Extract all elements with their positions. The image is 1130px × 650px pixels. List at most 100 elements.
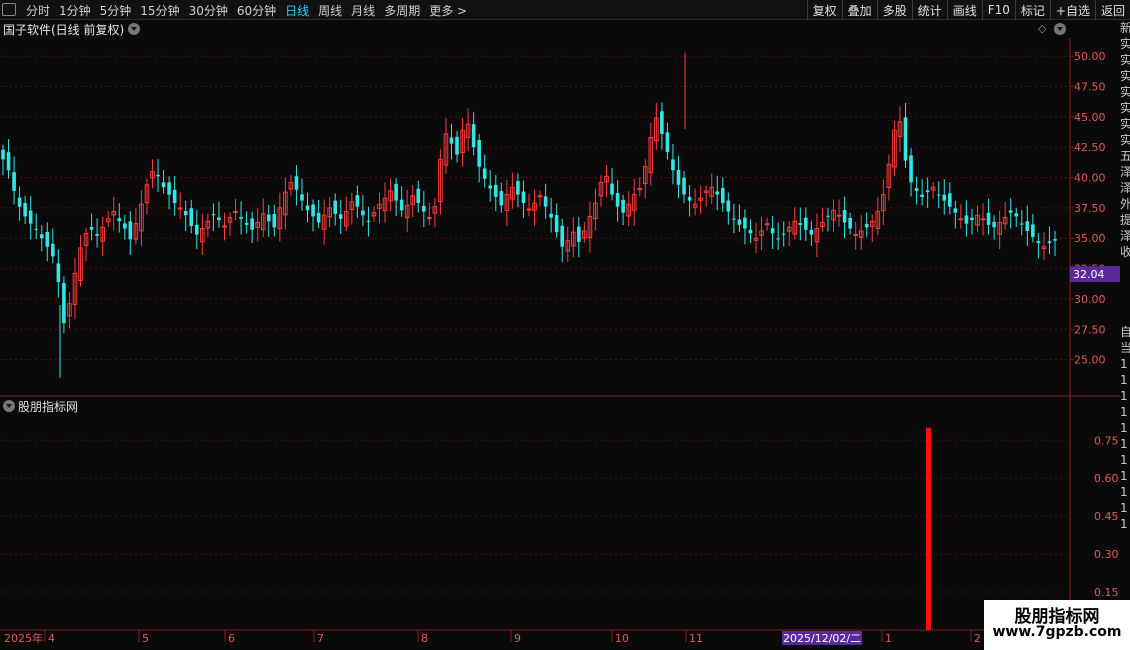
side-strip-char: 提 — [1120, 213, 1130, 227]
time-axis-label: 2025年 — [4, 631, 43, 645]
candle-body-down — [482, 168, 487, 179]
side-strip-char: 当 — [1120, 341, 1130, 355]
time-axis-label: 6 — [228, 632, 235, 645]
candle-body-down — [471, 124, 476, 148]
time-axis-label: 1 — [885, 632, 892, 645]
candle-body-down — [12, 172, 16, 191]
side-strip-char: 泽 — [1120, 181, 1130, 195]
price-tick-label: 40.00 — [1074, 172, 1106, 185]
candle-body-down — [743, 217, 747, 229]
side-strip-char: 1 — [1120, 373, 1128, 387]
candle-body-down — [1036, 241, 1041, 244]
candle-body-down — [305, 205, 310, 211]
candle-body-down — [123, 223, 127, 229]
time-axis-label: 9 — [514, 632, 521, 645]
side-strip-char: 实 — [1120, 37, 1130, 51]
candle-body-down — [737, 219, 742, 225]
side-strip-char: 收 — [1120, 245, 1130, 259]
candle-body-down — [948, 193, 952, 207]
candle-body-down — [776, 238, 780, 240]
candle-body-down — [266, 214, 271, 222]
candle-body-up — [537, 195, 543, 198]
candle-body-down — [560, 225, 565, 247]
candle-body-down — [17, 197, 22, 207]
side-strip-char: 1 — [1120, 421, 1128, 435]
side-strip-char: 泽 — [1120, 165, 1130, 179]
time-axis-label: 2025/12/02/二 — [783, 632, 861, 645]
candle-body-up — [427, 217, 432, 220]
candle-body-down — [194, 224, 199, 235]
candle-body-down — [715, 191, 720, 195]
candle-body-down — [117, 218, 122, 222]
side-strip-char: 1 — [1120, 469, 1128, 483]
price-chart[interactable]: 50.0047.5045.0042.5040.0037.5035.0032.50… — [0, 0, 1130, 650]
candle-body-down — [272, 213, 277, 228]
candle-body-down — [521, 191, 526, 204]
side-strip-char: 实 — [1120, 133, 1130, 147]
candle-body-down — [172, 189, 177, 204]
candle-body-down — [660, 111, 664, 134]
watermark: 股朋指标网 www.7gpzb.com — [984, 600, 1130, 650]
price-tick-label: 42.50 — [1074, 141, 1106, 154]
candle-body-down — [300, 194, 304, 201]
candle-body-down — [610, 183, 614, 195]
candle-body-down — [1019, 223, 1024, 225]
candle-body-down — [804, 217, 808, 230]
side-strip-char: 实 — [1120, 117, 1130, 131]
side-strip-char: 五 — [1120, 149, 1130, 163]
dropdown-icon[interactable] — [3, 400, 15, 412]
candle-body-down — [676, 169, 681, 185]
side-strip-char: 1 — [1120, 405, 1128, 419]
candle-body-down — [399, 199, 404, 211]
candle-body-down — [23, 203, 27, 217]
candle-body-down — [986, 212, 991, 225]
price-tick-label: 37.50 — [1074, 202, 1106, 215]
side-strip-char — [1120, 308, 1130, 324]
side-strip-char: 新 — [1120, 21, 1130, 35]
candle-body-down — [89, 226, 94, 230]
candle-body-down — [394, 183, 398, 201]
candle-body-down — [1047, 241, 1052, 244]
signal-bar — [926, 427, 931, 630]
indicator-tick-label: 0.45 — [1094, 510, 1119, 523]
candle-body-down — [449, 137, 454, 144]
candle-body-down — [732, 218, 736, 220]
price-tick-label: 30.00 — [1074, 293, 1106, 306]
candle-body-down — [682, 177, 686, 195]
candle-body-down — [925, 190, 930, 193]
candle-body-down — [621, 199, 625, 213]
candle-body-down — [250, 218, 254, 230]
candle-body-down — [333, 200, 338, 214]
candle-body-down — [239, 216, 243, 219]
price-tick-label: 35.00 — [1074, 232, 1106, 245]
candle-body-down — [992, 221, 996, 228]
indicator-tick-label: 0.30 — [1094, 548, 1119, 561]
candle-body-down — [687, 196, 692, 201]
time-axis-label: 5 — [142, 632, 149, 645]
candle-body-down — [189, 208, 194, 227]
candle-body-up — [233, 211, 238, 214]
candle-body-down — [770, 228, 775, 234]
candle-body-down — [128, 221, 133, 240]
side-strip-char: 实 — [1120, 53, 1130, 67]
candle-body-down — [720, 188, 725, 204]
candle-body-down — [970, 217, 974, 221]
side-strip-char: 实 — [1120, 101, 1130, 115]
time-axis-label: 4 — [48, 632, 55, 645]
candle-body-down — [543, 196, 548, 207]
candle-body-down — [183, 211, 188, 216]
candle-body-down — [416, 188, 421, 204]
candle-body-down — [422, 205, 426, 212]
candle-body-down — [311, 204, 315, 217]
candle-body-up — [222, 225, 227, 228]
side-strip-char: 泽 — [1120, 229, 1130, 243]
indicator-tick-label: 0.15 — [1094, 586, 1119, 599]
candle-body-up — [526, 208, 532, 211]
candle-body-down — [244, 222, 249, 225]
candle-body-down — [156, 174, 160, 177]
indicator-tick-label: 0.75 — [1094, 434, 1119, 447]
candle-body-down — [161, 182, 166, 188]
candle-body-down — [355, 195, 360, 207]
candle-body-down — [95, 234, 99, 236]
candle-body-down — [577, 226, 581, 242]
